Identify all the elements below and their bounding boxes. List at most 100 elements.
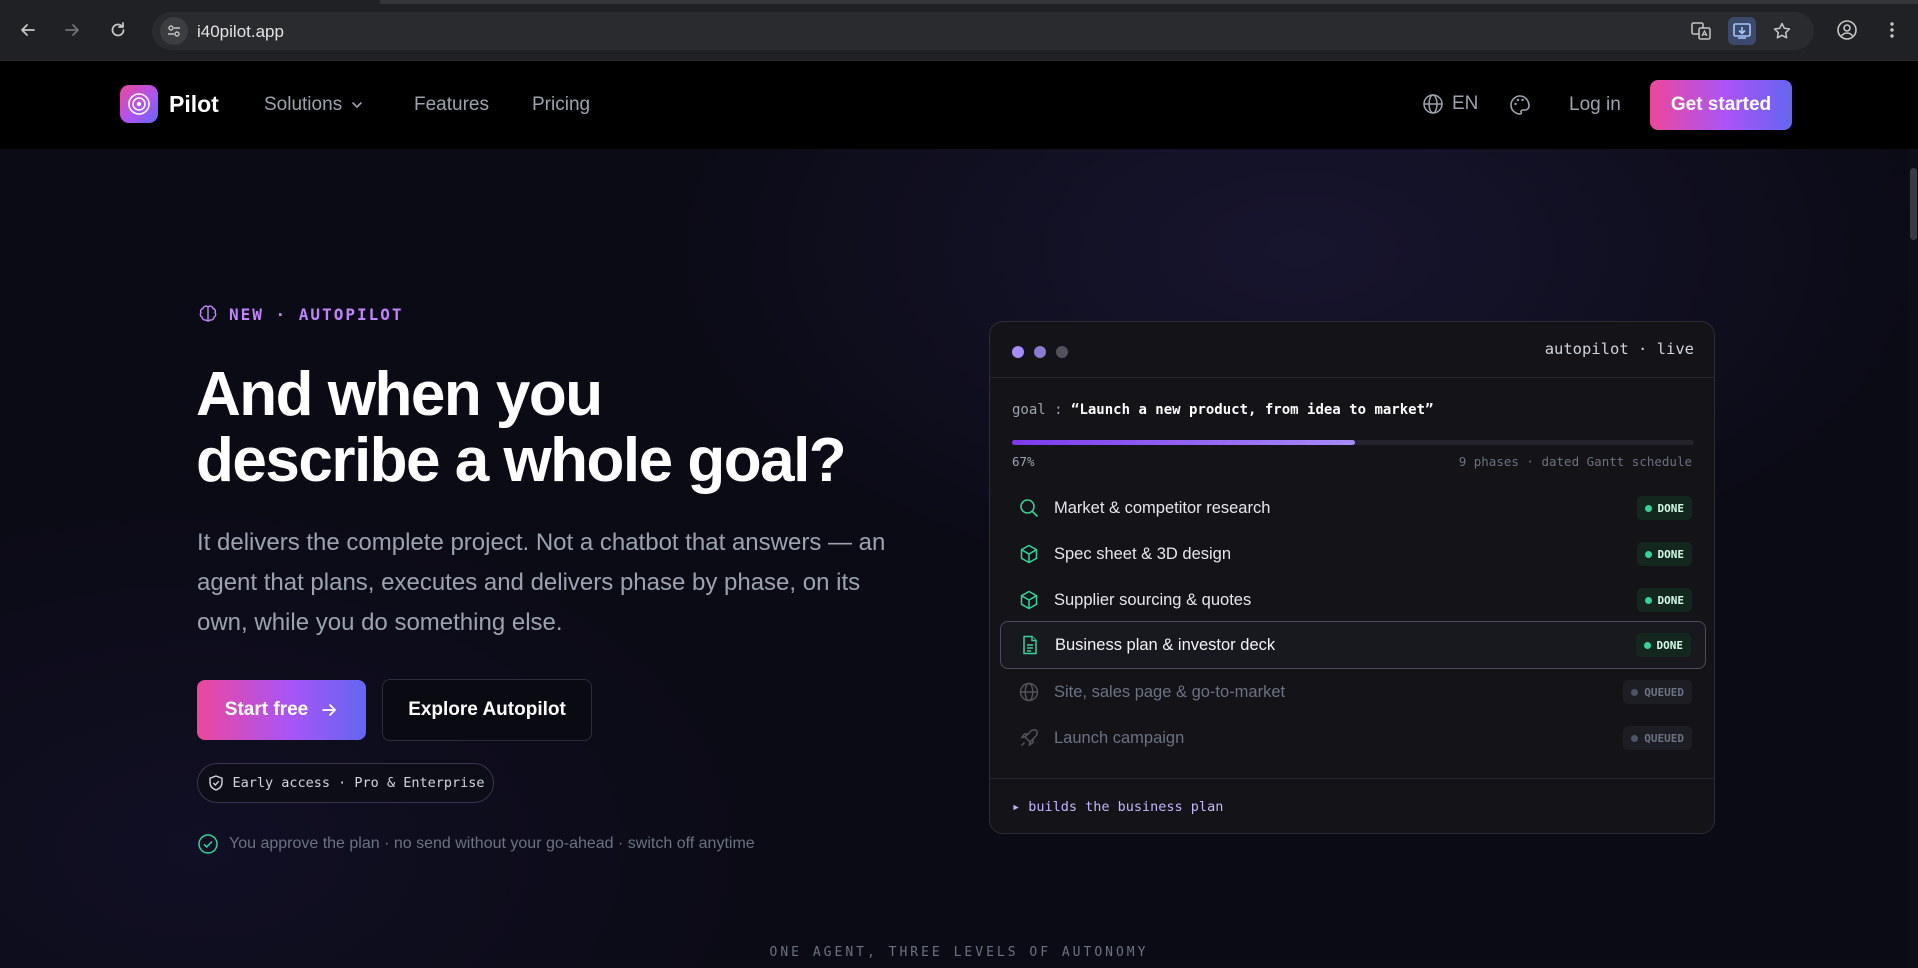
explore-autopilot-button[interactable]: Explore Autopilot	[382, 679, 592, 741]
goal-label: goal :	[1012, 402, 1063, 418]
status-badge-text: DONE	[1656, 638, 1684, 652]
install-app-button[interactable]	[1728, 17, 1756, 45]
arrow-right-icon	[322, 704, 337, 716]
site-info-button[interactable]	[160, 17, 188, 45]
palette-icon	[1510, 95, 1530, 115]
chevron-down-icon	[352, 102, 362, 109]
more-vertical-icon	[1890, 22, 1894, 38]
translate-icon	[1691, 22, 1711, 40]
task-label: Spec sheet & 3D design	[1054, 544, 1232, 563]
globe-icon	[1018, 681, 1040, 703]
status-badge-text: DONE	[1657, 547, 1685, 561]
target-icon	[128, 93, 150, 115]
badge-text: NEW · AUTOPILOT	[229, 304, 404, 324]
document-icon	[1019, 634, 1041, 656]
start-free-label: Start free	[224, 699, 309, 720]
scrollbar[interactable]	[1908, 149, 1918, 968]
theme-button[interactable]	[1508, 93, 1532, 117]
account-icon	[1837, 20, 1857, 40]
nav-solutions-label: Solutions	[264, 94, 343, 115]
logo[interactable]	[120, 85, 158, 123]
browser-toolbar: i40pilot.app	[0, 0, 1918, 61]
window-dot	[1034, 346, 1046, 358]
panel-footer: ▸ builds the business plan	[990, 778, 1714, 833]
new-autopilot-badge: NEW · AUTOPILOT	[197, 303, 404, 325]
early-access-text: Early access · Pro & Enterprise	[232, 775, 485, 791]
goal-line: goal : “Launch a new product, from idea …	[1012, 402, 1433, 418]
progress-bar	[1012, 440, 1694, 445]
status-badge: QUEUED	[1623, 726, 1692, 750]
search-icon	[1018, 497, 1040, 519]
install-icon	[1733, 23, 1751, 39]
hero-headline: And when you describe a whole goal?	[196, 362, 916, 494]
arrow-right-icon	[65, 24, 79, 36]
status-badge: DONE	[1636, 588, 1692, 612]
task-label: Launch campaign	[1054, 728, 1185, 747]
autopilot-panel: autopilot · live goal : “Launch a new pr…	[989, 321, 1715, 834]
address-bar[interactable]: i40pilot.app	[152, 12, 1814, 50]
hero-subtext: It delivers the complete project. Not a …	[197, 529, 886, 636]
window-dot	[1012, 346, 1024, 358]
reload-button[interactable]	[102, 14, 134, 46]
url-text[interactable]: i40pilot.app	[197, 22, 284, 42]
status-badge: QUEUED	[1623, 680, 1692, 704]
goal-text: “Launch a new product, from idea to mark…	[1071, 402, 1434, 418]
cube-icon	[1018, 543, 1040, 565]
progress-fill	[1012, 440, 1355, 445]
language-label: EN	[1452, 93, 1479, 114]
task-row: Supplier sourcing & quotes DONE	[1000, 578, 1706, 622]
cube-icon	[1018, 589, 1040, 611]
arrow-left-icon	[21, 24, 35, 36]
task-label: Business plan & investor deck	[1055, 635, 1276, 654]
site-header: Pilot Solutions Features Pricing EN Log …	[0, 61, 1918, 149]
panel-titlebar: autopilot · live	[990, 322, 1714, 378]
headline-line-2: describe a whole goal?	[196, 426, 847, 495]
star-icon	[1773, 22, 1791, 39]
task-row: Spec sheet & 3D design DONE	[1000, 532, 1706, 576]
status-badge: DONE	[1636, 496, 1692, 520]
shield-check-icon	[208, 775, 223, 791]
forward-button[interactable]	[56, 14, 88, 46]
translate-button[interactable]	[1687, 17, 1715, 45]
nav-solutions[interactable]: Solutions	[264, 94, 364, 116]
headline-line-1: And when you	[196, 360, 603, 429]
brand-name[interactable]: Pilot	[169, 91, 219, 118]
progress-percent: 67%	[1012, 454, 1035, 469]
get-started-button[interactable]: Get started	[1650, 80, 1792, 130]
approval-note: You approve the plan · no send without y…	[197, 833, 755, 855]
task-label: Market & competitor research	[1054, 498, 1271, 517]
task-label: Site, sales page & go-to-market	[1054, 682, 1286, 701]
check-circle-icon	[198, 834, 218, 854]
status-badge-text: QUEUED	[1644, 731, 1684, 745]
profile-button[interactable]	[1831, 14, 1863, 46]
menu-button[interactable]	[1876, 14, 1908, 46]
status-badge: DONE	[1635, 633, 1691, 657]
window-dot	[1056, 346, 1068, 358]
start-free-button[interactable]: Start free	[197, 680, 366, 740]
back-button[interactable]	[12, 14, 44, 46]
task-label: Supplier sourcing & quotes	[1054, 590, 1252, 609]
tab-strip	[0, 0, 1918, 4]
language-selector[interactable]: EN	[1422, 93, 1478, 115]
panel-footer-text: ▸ builds the business plan	[1012, 799, 1224, 815]
bookmark-button[interactable]	[1768, 17, 1796, 45]
status-badge-text: DONE	[1657, 501, 1685, 515]
login-link[interactable]: Log in	[1569, 94, 1621, 116]
status-badge-text: DONE	[1657, 593, 1685, 607]
rocket-icon	[1018, 727, 1040, 749]
task-row: Market & competitor research DONE	[1000, 486, 1706, 530]
panel-status: autopilot · live	[1544, 340, 1694, 358]
reload-icon	[111, 22, 125, 37]
nav-pricing[interactable]: Pricing	[532, 94, 590, 116]
tune-icon	[168, 25, 180, 37]
nav-features[interactable]: Features	[414, 94, 489, 116]
status-badge: DONE	[1636, 542, 1692, 566]
task-row-active: Business plan & investor deck DONE	[1000, 621, 1706, 669]
levels-heading: ONE AGENT, THREE LEVELS OF AUTONOMY	[769, 945, 1149, 960]
progress-meta: 9 phases · dated Gantt schedule	[1458, 454, 1692, 469]
task-row: Launch campaign QUEUED	[1000, 716, 1706, 760]
brain-icon	[199, 305, 217, 322]
early-access-pill: Early access · Pro & Enterprise	[197, 763, 494, 803]
scrollbar-thumb[interactable]	[1910, 168, 1917, 240]
globe-icon	[1423, 94, 1443, 114]
